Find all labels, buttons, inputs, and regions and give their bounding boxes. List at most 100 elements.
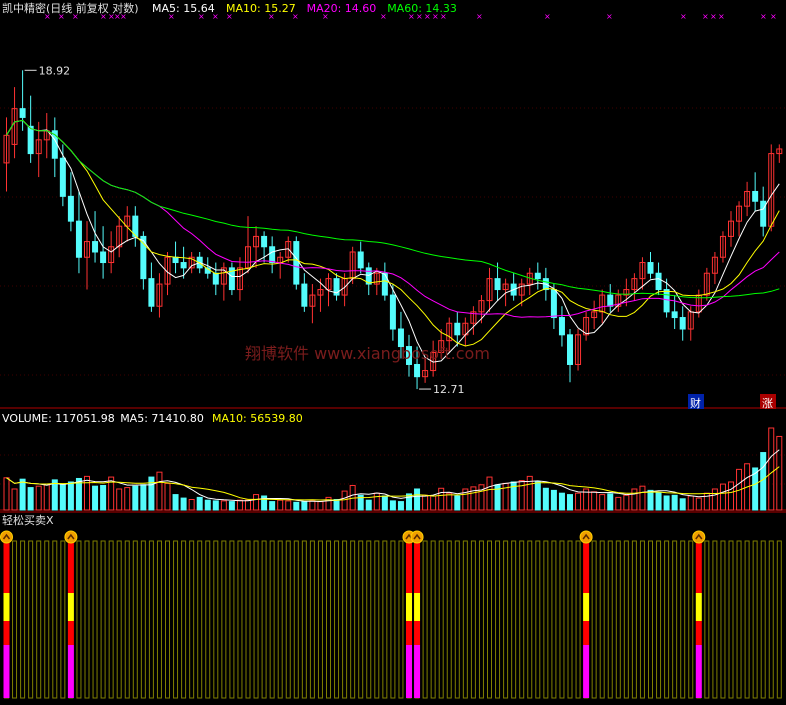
signal-column <box>92 540 98 699</box>
signal-column <box>140 540 146 699</box>
top-marker: × <box>380 12 387 21</box>
signal-column <box>551 540 557 699</box>
volume-bar <box>124 487 131 511</box>
signal-column <box>672 540 678 699</box>
candle <box>671 311 678 319</box>
signal-column <box>503 540 509 699</box>
volume-bar <box>567 494 573 511</box>
signal-column <box>639 540 645 699</box>
volume-bar <box>11 488 18 511</box>
candle <box>655 272 662 291</box>
volume-bar <box>663 495 670 511</box>
candle <box>75 220 82 258</box>
volume-bar <box>309 500 316 511</box>
candle <box>212 272 219 285</box>
candle <box>663 289 670 313</box>
signal-column <box>615 540 621 699</box>
signal-magenta-segment <box>695 645 702 698</box>
candle <box>293 241 300 285</box>
volume-legend-item: VOLUME: 117051.98 <box>2 412 115 425</box>
signal-column <box>511 540 517 699</box>
signal-column <box>680 540 686 699</box>
candle <box>59 157 66 197</box>
chart-canvas: × × × × × × × × × × × × × × × × × × × × × × × × × × × × × 凯中精密(日线 前复… <box>0 1 786 699</box>
top-marker: × <box>702 12 709 21</box>
volume-bar <box>639 485 646 511</box>
signal-column <box>245 540 251 699</box>
ma60-line <box>6 119 780 299</box>
volume-bar <box>406 493 412 511</box>
signal-column <box>358 540 364 699</box>
volume-bar <box>269 501 276 511</box>
volume-bar <box>196 496 203 511</box>
volume-bar <box>67 481 74 511</box>
volume-bar <box>365 499 372 511</box>
signal-magenta-segment <box>406 645 412 698</box>
signal-column <box>116 540 122 699</box>
signal-column <box>382 540 388 699</box>
top-marker: × <box>710 12 717 21</box>
volume-bar <box>647 489 654 511</box>
signal-column <box>712 540 718 699</box>
buy-signal-icon <box>0 530 13 544</box>
volume-bar <box>253 494 260 511</box>
signal-column <box>28 540 34 699</box>
signal-column <box>736 540 742 699</box>
signal-column <box>350 540 356 699</box>
volume-bar <box>43 483 50 511</box>
signal-column <box>132 540 138 699</box>
signal-column <box>744 540 750 699</box>
volume-panel <box>3 427 783 511</box>
volume-bar <box>156 471 163 511</box>
signal-column <box>229 540 235 699</box>
signal-red-segment <box>406 621 412 645</box>
signal-red-segment <box>583 541 590 593</box>
buy-signal-icon <box>410 530 424 544</box>
signal-column <box>470 540 476 699</box>
signal-column <box>326 540 331 699</box>
signal-column <box>309 540 315 699</box>
signal-column <box>495 540 501 699</box>
signal-column <box>108 540 114 699</box>
signal-column <box>293 540 299 699</box>
candle <box>92 241 99 253</box>
low-marker-label: 12.71 <box>433 383 465 396</box>
signal-column <box>213 540 219 699</box>
signal-red-segment <box>3 541 10 593</box>
signal-column <box>366 540 372 699</box>
volume-bar <box>92 485 99 511</box>
volume-bar <box>671 494 678 511</box>
volume-bar <box>719 483 726 511</box>
volume-bar <box>389 500 396 511</box>
volume-bar <box>768 427 775 511</box>
candle <box>558 317 565 336</box>
price-panel: × × × × × × × × × × × × × × × × × × × × × × × × × × × × × <box>3 12 783 390</box>
volume-bar <box>414 488 421 511</box>
volume-bar <box>760 452 767 511</box>
volume-bar <box>558 492 565 511</box>
volume-bar <box>728 481 734 511</box>
ma-legend-item: MA5: 15.64 <box>152 2 215 15</box>
signal-column <box>648 540 653 699</box>
signal-yellow-segment <box>406 593 412 621</box>
signal-column <box>559 540 565 699</box>
top-marker: × <box>680 12 687 21</box>
watermark: 翔博软件 www.xiangbosoft.com <box>245 344 490 363</box>
candle <box>752 190 759 202</box>
candle <box>172 256 179 264</box>
candle <box>647 262 654 274</box>
signal-column <box>148 540 154 699</box>
signal-red-segment <box>414 621 421 645</box>
signal-column <box>446 540 452 699</box>
candle <box>760 200 767 227</box>
volume-bar <box>333 498 340 511</box>
volume-bar <box>317 501 324 511</box>
candle <box>567 334 573 365</box>
indicator-panel <box>0 530 782 699</box>
volume-bar <box>35 485 42 511</box>
top-marker: × <box>606 12 613 21</box>
signal-red-segment <box>67 541 74 593</box>
signal-magenta-segment <box>67 645 74 698</box>
signal-column <box>156 540 162 699</box>
signal-red-segment <box>406 541 412 593</box>
